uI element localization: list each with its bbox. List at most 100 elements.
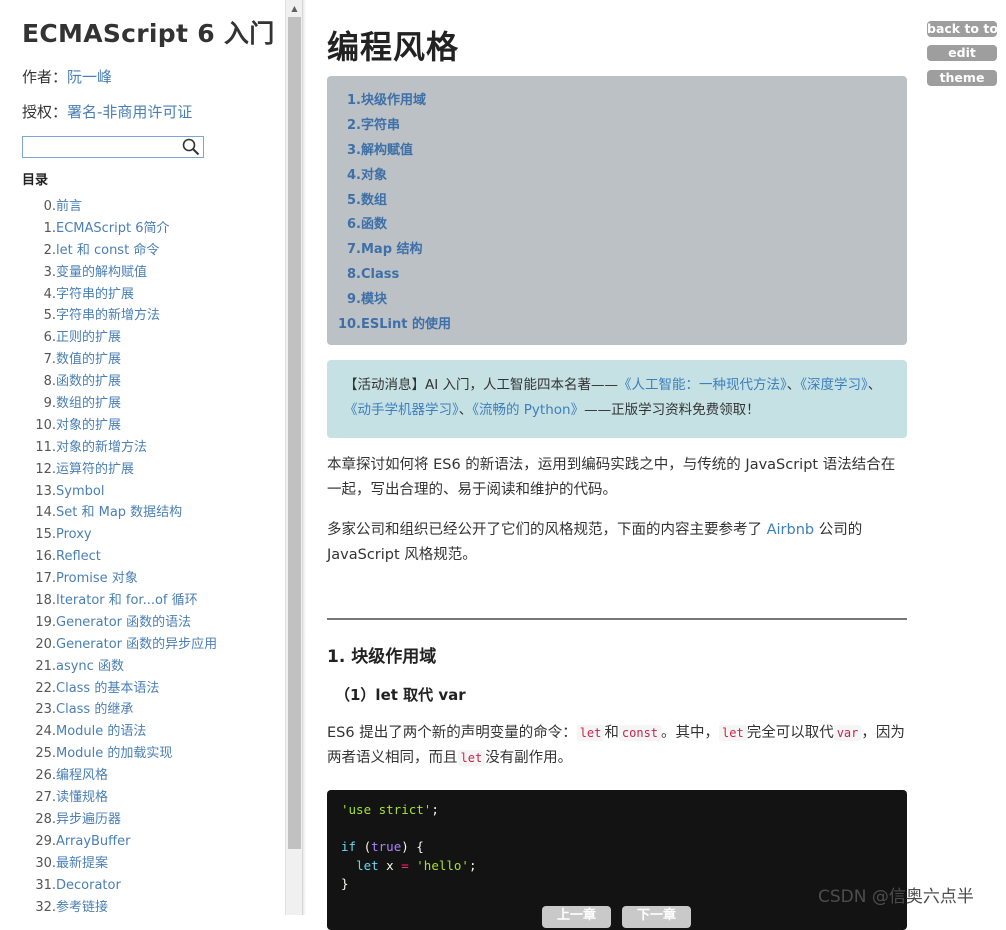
sidebar-chapter-item[interactable]: 12.运算符的扩展 (0, 459, 285, 481)
chapter-link[interactable]: Decorator (56, 878, 121, 893)
page-toc-item[interactable]: 5.数组 (327, 189, 907, 214)
chapter-link[interactable]: let 和 const 命令 (56, 243, 159, 258)
sidebar-chapter-item[interactable]: 9.数组的扩展 (0, 393, 285, 415)
page-toc-link[interactable]: 块级作用域 (361, 93, 426, 108)
sidebar-chapter-item[interactable]: 15.Proxy (0, 524, 285, 546)
chapter-link[interactable]: 正则的扩展 (56, 330, 121, 345)
chapter-link[interactable]: 字符串的扩展 (56, 287, 134, 302)
chapter-link[interactable]: Class 的继承 (56, 702, 133, 717)
notice-link-dl[interactable]: 《深度学习》 (800, 377, 868, 393)
sidebar-chapter-item[interactable]: 7.数值的扩展 (0, 349, 285, 371)
chapter-link[interactable]: Set 和 Map 数据结构 (56, 505, 182, 520)
sidebar-chapter-item[interactable]: 20.Generator 函数的异步应用 (0, 634, 285, 656)
chapter-link[interactable]: Reflect (56, 549, 101, 564)
sidebar-chapter-item[interactable]: 14.Set 和 Map 数据结构 (0, 502, 285, 524)
page-toc-link[interactable]: 模块 (361, 292, 387, 307)
sidebar-chapter-item[interactable]: 16.Reflect (0, 546, 285, 568)
chapter-link[interactable]: Module 的语法 (56, 724, 146, 739)
page-toc-item[interactable]: 2.字符串 (327, 114, 907, 139)
page-toc-item[interactable]: 3.解构赋值 (327, 139, 907, 164)
chapter-link[interactable]: 字符串的新增方法 (56, 308, 160, 323)
sidebar-chapter-item[interactable]: 23.Class 的继承 (0, 699, 285, 721)
site-title[interactable]: ECMAScript 6 入门 (22, 14, 275, 50)
page-toc-link[interactable]: ESLint 的使用 (361, 317, 451, 332)
notice-link-python[interactable]: 《流畅的 Python》 (472, 402, 584, 418)
license-link[interactable]: 署名-非商用许可证 (67, 103, 192, 121)
page-toc-link[interactable]: 数组 (361, 193, 387, 208)
sidebar-chapter-item[interactable]: 5.字符串的新增方法 (0, 305, 285, 327)
sidebar-chapter-item[interactable]: 10.对象的扩展 (0, 415, 285, 437)
page-toc-item[interactable]: 8.Class (327, 263, 907, 288)
sidebar-chapter-item[interactable]: 26.编程风格 (0, 765, 285, 787)
chapter-link[interactable]: ECMAScript 6简介 (56, 221, 170, 236)
chapter-link[interactable]: ArrayBuffer (56, 834, 130, 849)
notice-link-ml[interactable]: 《动手学机器学习》 (344, 402, 459, 418)
chapter-link[interactable]: 编程风格 (56, 768, 108, 783)
sidebar-chapter-item[interactable]: 22.Class 的基本语法 (0, 678, 285, 700)
chapter-link[interactable]: 对象的新增方法 (56, 440, 147, 455)
chapter-link[interactable]: Module 的加载实现 (56, 746, 172, 761)
chapter-link[interactable]: 运算符的扩展 (56, 462, 134, 477)
chapter-link[interactable]: Symbol (56, 484, 104, 499)
chapter-link[interactable]: async 函数 (56, 659, 124, 674)
page-toc-link[interactable]: 对象 (361, 168, 387, 183)
chapter-link[interactable]: 函数的扩展 (56, 374, 121, 389)
page-toc-link[interactable]: 字符串 (361, 118, 400, 133)
scroll-up-icon[interactable]: ▲ (286, 0, 303, 17)
sidebar-chapter-item[interactable]: 6.正则的扩展 (0, 327, 285, 349)
page-toc-link[interactable]: Class (361, 267, 399, 282)
page-toc-item[interactable]: 4.对象 (327, 164, 907, 189)
sidebar-chapter-item[interactable]: 4.字符串的扩展 (0, 284, 285, 306)
chapter-link[interactable]: 变量的解构赋值 (56, 265, 147, 280)
chapter-link[interactable]: 最新提案 (56, 856, 108, 871)
page-toc-item[interactable]: 7.Map 结构 (327, 238, 907, 263)
sidebar-chapter-item[interactable]: 3.变量的解构赋值 (0, 262, 285, 284)
page-toc-link[interactable]: 解构赋值 (361, 143, 413, 158)
chapter-link[interactable]: 对象的扩展 (56, 418, 121, 433)
sidebar-chapter-item[interactable]: 1.ECMAScript 6简介 (0, 218, 285, 240)
chapter-link[interactable]: 数值的扩展 (56, 352, 121, 367)
chapter-link[interactable]: 读懂规格 (56, 790, 108, 805)
sidebar-chapter-item[interactable]: 29.ArrayBuffer (0, 831, 285, 853)
page-toc-item[interactable]: 10.ESLint 的使用 (327, 313, 907, 338)
prev-chapter-button[interactable]: 上一章 (542, 906, 611, 928)
sidebar-chapter-item[interactable]: 28.异步遍历器 (0, 809, 285, 831)
sidebar-chapter-item[interactable]: 2.let 和 const 命令 (0, 240, 285, 262)
airbnb-link[interactable]: Airbnb (767, 522, 815, 538)
sidebar-chapter-item[interactable]: 32.参考链接 (0, 897, 285, 916)
page-toc-item[interactable]: 9.模块 (327, 288, 907, 313)
page-toc-item[interactable]: 6.函数 (327, 213, 907, 238)
sidebar-chapter-item[interactable]: 11.对象的新增方法 (0, 437, 285, 459)
chapter-link[interactable]: Iterator 和 for...of 循环 (56, 593, 198, 608)
author-link[interactable]: 阮一峰 (67, 68, 112, 86)
chapter-link[interactable]: Proxy (56, 527, 92, 542)
scroll-thumb[interactable] (288, 17, 301, 849)
chapter-link[interactable]: 异步遍历器 (56, 812, 121, 827)
sidebar-chapter-item[interactable]: 0.前言 (0, 196, 285, 218)
chapter-link[interactable]: Generator 函数的异步应用 (56, 637, 217, 652)
search-icon[interactable] (181, 138, 201, 156)
notice-link-ai[interactable]: 《人工智能：一种现代方法》 (618, 377, 787, 393)
back-to-top-button[interactable]: back to top (927, 21, 1006, 37)
chapter-link[interactable]: Promise 对象 (56, 571, 138, 586)
search-input[interactable] (23, 139, 181, 158)
sidebar-chapter-item[interactable]: 24.Module 的语法 (0, 721, 285, 743)
sidebar-chapter-item[interactable]: 17.Promise 对象 (0, 568, 285, 590)
sidebar-chapter-item[interactable]: 19.Generator 函数的语法 (0, 612, 285, 634)
chapter-link[interactable]: 前言 (56, 199, 82, 214)
chapter-link[interactable]: Generator 函数的语法 (56, 615, 191, 630)
sidebar-chapter-item[interactable]: 25.Module 的加载实现 (0, 743, 285, 765)
page-toc-link[interactable]: Map 结构 (361, 242, 423, 257)
sidebar-chapter-item[interactable]: 21.async 函数 (0, 656, 285, 678)
edit-button[interactable]: edit (927, 45, 997, 61)
page-toc-item[interactable]: 1.块级作用域 (327, 89, 907, 114)
theme-button[interactable]: theme (927, 70, 997, 86)
chapter-link[interactable]: 参考链接 (56, 900, 108, 915)
chapter-link[interactable]: 数组的扩展 (56, 396, 121, 411)
next-chapter-button[interactable]: 下一章 (622, 906, 691, 928)
sidebar-chapter-item[interactable]: 30.最新提案 (0, 853, 285, 875)
sidebar-chapter-item[interactable]: 27.读懂规格 (0, 787, 285, 809)
sidebar-scrollbar[interactable]: ▲ (285, 0, 303, 915)
sidebar-chapter-item[interactable]: 18.Iterator 和 for...of 循环 (0, 590, 285, 612)
sidebar-chapter-item[interactable]: 31.Decorator (0, 875, 285, 897)
